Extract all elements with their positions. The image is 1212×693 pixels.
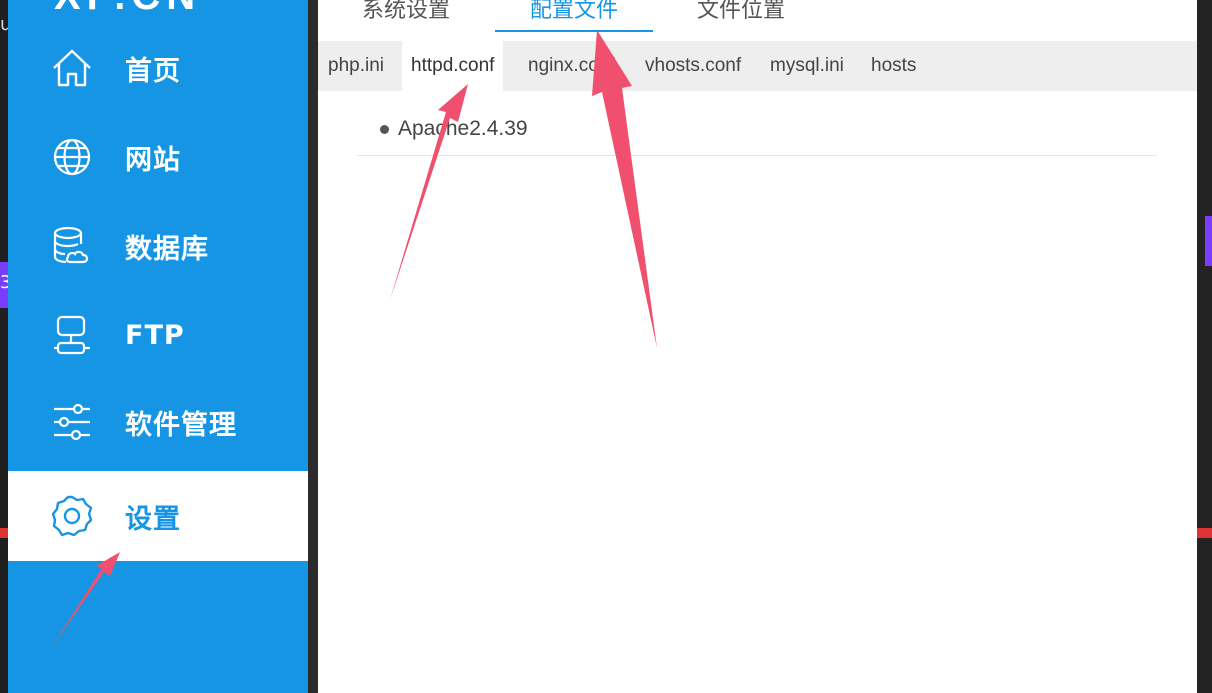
sidebar-item-website[interactable]: 网站: [8, 112, 308, 202]
sidebar-item-label: 设置: [125, 503, 181, 535]
main-panel: 系统设置 配置文件 文件位置 php.ini httpd.conf nginx.…: [318, 0, 1197, 693]
subtab-php-ini[interactable]: php.ini: [319, 41, 393, 91]
sidebar-item-label: 首页: [125, 55, 181, 87]
gear-icon: [50, 494, 94, 538]
list-item[interactable]: Apache2.4.39: [357, 102, 1157, 156]
sidebar: XP.CN 首页 网站: [8, 0, 308, 693]
database-icon: [50, 224, 94, 268]
tab-config-files[interactable]: 配置文件: [495, 0, 653, 32]
background-red-line: [1197, 528, 1212, 538]
background-purple-block: [1205, 216, 1212, 266]
sidebar-item-label: FTP: [125, 319, 185, 351]
subtab-hosts[interactable]: hosts: [862, 41, 925, 91]
background-window-right: [1197, 0, 1212, 693]
sidebar-item-software[interactable]: 软件管理: [8, 377, 308, 467]
sidebar-item-settings[interactable]: 设置: [8, 471, 308, 561]
config-file-tabs: php.ini httpd.conf nginx.conf vhosts.con…: [318, 41, 1197, 91]
subtab-mysql-ini[interactable]: mysql.ini: [761, 41, 853, 91]
sidebar-item-database[interactable]: 数据库: [8, 201, 308, 291]
tab-system-settings[interactable]: 系统设置: [362, 0, 450, 30]
sidebar-item-home[interactable]: 首页: [8, 23, 308, 113]
sliders-icon: [50, 400, 94, 444]
background-red-line: [0, 528, 8, 538]
subtab-nginx-conf[interactable]: nginx.conf: [519, 41, 624, 91]
background-window-left: [0, 0, 8, 693]
subtab-httpd-conf[interactable]: httpd.conf: [402, 41, 504, 91]
sidebar-item-label: 网站: [125, 144, 181, 176]
bullet-icon: [380, 124, 389, 134]
tab-file-locations[interactable]: 文件位置: [696, 0, 786, 30]
app-logo: XP.CN: [54, 0, 201, 19]
subtab-vhosts-conf[interactable]: vhosts.conf: [636, 41, 750, 91]
list-item-label: Apache2.4.39: [398, 117, 528, 140]
globe-icon: [50, 135, 94, 179]
sidebar-item-ftp[interactable]: FTP: [8, 290, 308, 380]
sidebar-item-label: 软件管理: [125, 409, 237, 441]
top-tabs: 系统设置 配置文件 文件位置: [318, 0, 1197, 32]
sidebar-item-label: 数据库: [125, 233, 209, 265]
ftp-server-icon: [50, 313, 94, 357]
home-icon: [50, 46, 94, 90]
